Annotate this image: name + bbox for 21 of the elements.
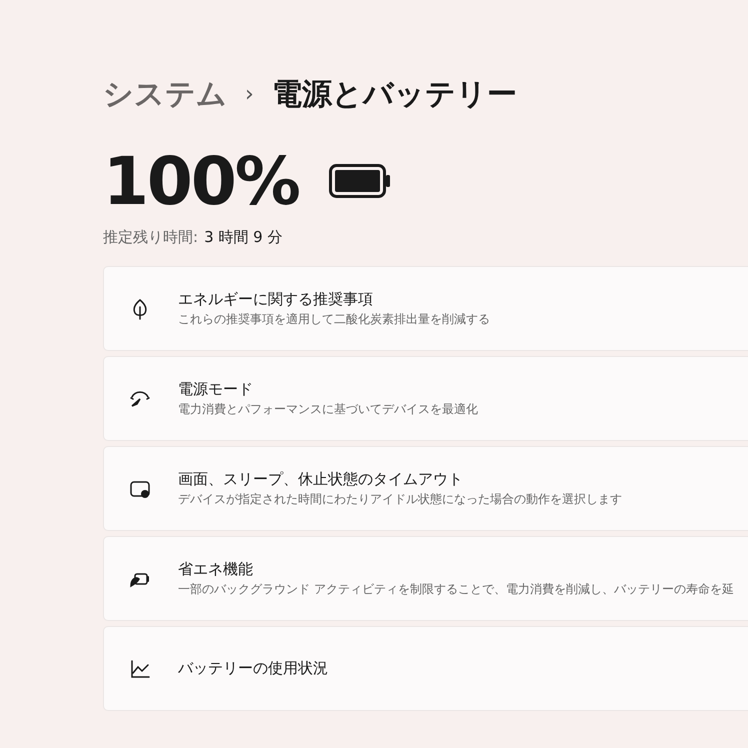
card-title: エネルギーに関する推奨事項 xyxy=(178,290,374,308)
battery-icon xyxy=(328,164,391,198)
settings-card[interactable]: 画面、スリープ、休止状態のタイムアウト デバイスが指定された時間にわたりアイドル状態になった場合の動作を選択します xyxy=(103,446,748,531)
settings-card[interactable]: 電源モード 電力消費とパフォーマンスに基づいてデバイスを最適化 xyxy=(103,356,748,441)
card-title: バッテリーの使用状況 xyxy=(178,659,328,678)
card-title: 省エネ機能 xyxy=(178,560,254,578)
page-title: 電源とバッテリー xyxy=(272,76,517,114)
breadcrumb-separator: › xyxy=(245,82,254,106)
card-description: 電力消費とパフォーマンスに基づいてデバイスを最適化 xyxy=(178,400,478,418)
card-description: これらの推奨事項を適用して二酸化炭素排出量を削減する xyxy=(178,310,490,328)
breadcrumb-parent[interactable]: システム xyxy=(103,74,227,114)
card-title: 画面、スリープ、休止状態のタイムアウト xyxy=(178,470,464,488)
settings-card[interactable]: バッテリーの使用状況 xyxy=(103,626,748,711)
settings-card[interactable]: 省エネ機能 一部のバックグラウンド アクティビティを制限することで、電力消費を削減し、バッテリーの寿命を延 xyxy=(103,536,748,621)
battery-percent: 100% xyxy=(103,142,299,220)
card-description: デバイスが指定された時間にわたりアイドル状態になった場合の動作を選択します xyxy=(178,490,622,508)
estimate-label: 推定残り時間: xyxy=(103,228,198,247)
settings-card[interactable]: エネルギーに関する推奨事項 これらの推奨事項を適用して二酸化炭素排出量を削減する xyxy=(103,266,748,351)
card-description: 一部のバックグラウンド アクティビティを制限することで、電力消費を削減し、バッテリーの寿命を延 xyxy=(178,580,734,598)
estimate-value: 3 時間 9 分 xyxy=(204,228,282,247)
card-title: 電源モード xyxy=(178,380,254,398)
